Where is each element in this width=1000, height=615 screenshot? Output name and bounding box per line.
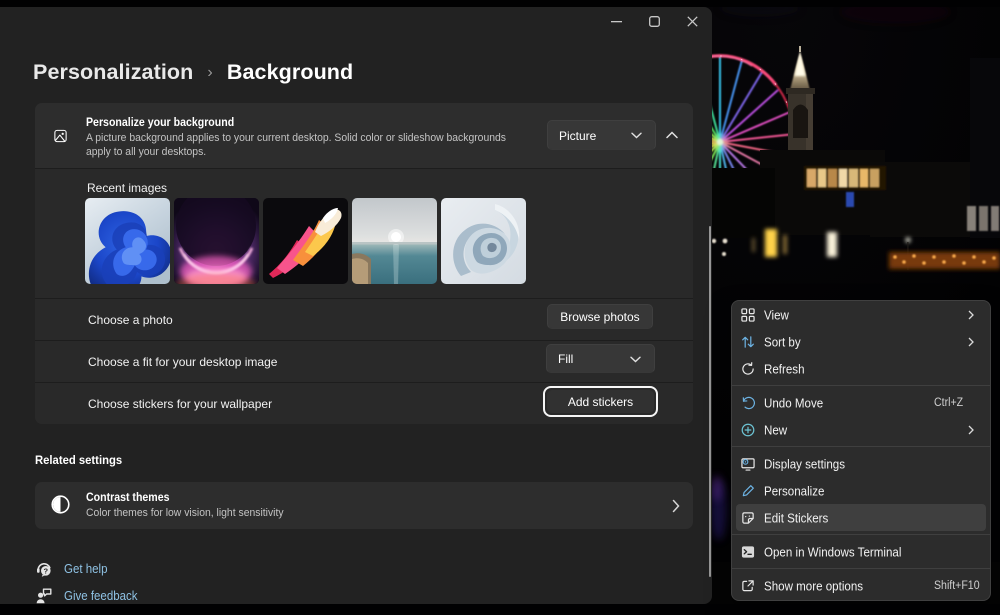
svg-text:?: ? xyxy=(44,566,49,575)
